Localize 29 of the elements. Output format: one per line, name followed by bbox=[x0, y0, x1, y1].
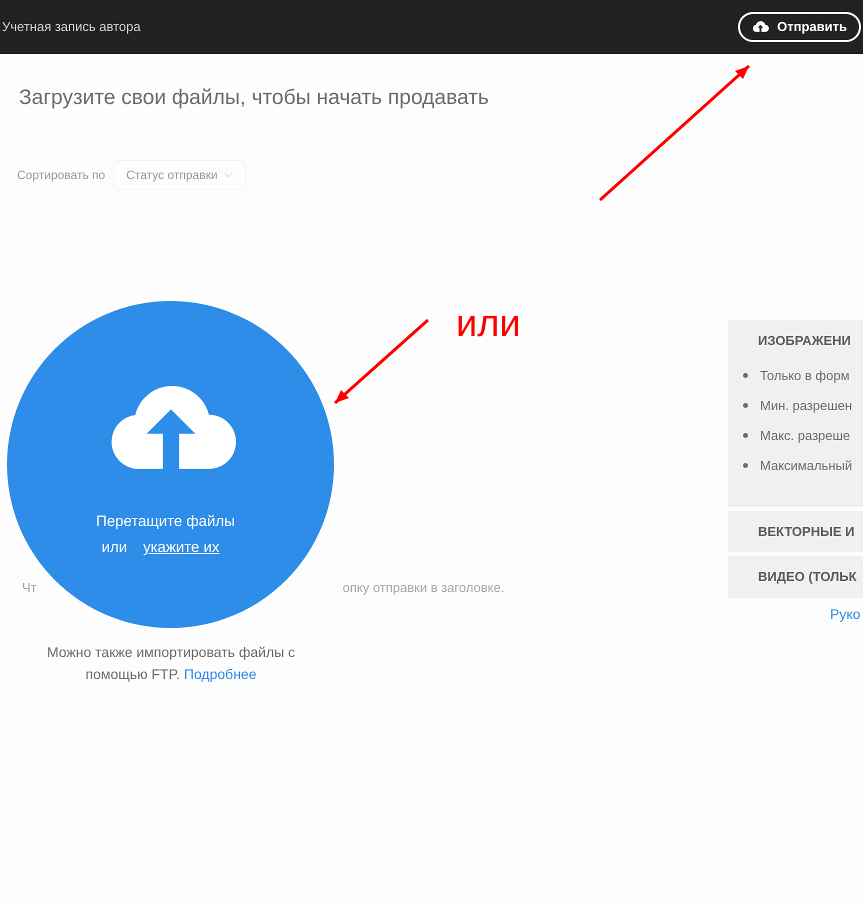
requirement-text: Макс. разреше bbox=[760, 426, 850, 445]
account-link[interactable]: Учетная запись автора bbox=[2, 17, 141, 37]
section-title: ВИДЕО (ТОЛЬК bbox=[758, 568, 858, 586]
drop-text: Перетащите файлы bbox=[96, 512, 235, 532]
requirement-text: Максимальный bbox=[760, 456, 852, 475]
bullet-icon bbox=[743, 463, 748, 468]
ftp-note: Можно также импортировать файлы с помощью FTP. Подробнее bbox=[46, 642, 296, 684]
bullet-icon bbox=[743, 403, 748, 408]
bullet-icon bbox=[743, 373, 748, 378]
chevron-down-icon bbox=[224, 172, 233, 178]
requirements-section[interactable]: ВЕКТОРНЫЕ И bbox=[728, 510, 863, 552]
or-text: или bbox=[102, 538, 128, 558]
requirement-text: Мин. разрешен bbox=[760, 396, 852, 415]
bullet-icon bbox=[743, 433, 748, 438]
annotation-label: или bbox=[456, 302, 521, 347]
section-title: ВЕКТОРНЫЕ И bbox=[758, 522, 856, 540]
guide-link[interactable]: Руко bbox=[830, 604, 863, 624]
hint-text: опку отправки в заголовке. bbox=[342, 578, 504, 597]
requirements-section[interactable]: ИЗОБРАЖЕНИ Только в форм Мин. разрешен Макс. разреше Максимальный bbox=[728, 320, 863, 506]
requirement-text: Только в форм bbox=[760, 366, 850, 385]
page-title: Загрузите свои файлы, чтобы начать продавать bbox=[19, 85, 490, 111]
cloud-upload-icon bbox=[752, 20, 770, 34]
sort-label: Сортировать по bbox=[17, 166, 106, 184]
hint-text: Чт bbox=[22, 578, 37, 596]
upload-button[interactable]: Отправить bbox=[738, 12, 861, 42]
details-link[interactable]: Подробнее bbox=[184, 666, 256, 682]
section-title: ИЗОБРАЖЕНИ bbox=[758, 332, 852, 350]
requirements-section[interactable]: ВИДЕО (ТОЛЬК bbox=[728, 556, 863, 598]
browse-link[interactable]: укажите их bbox=[143, 537, 220, 560]
